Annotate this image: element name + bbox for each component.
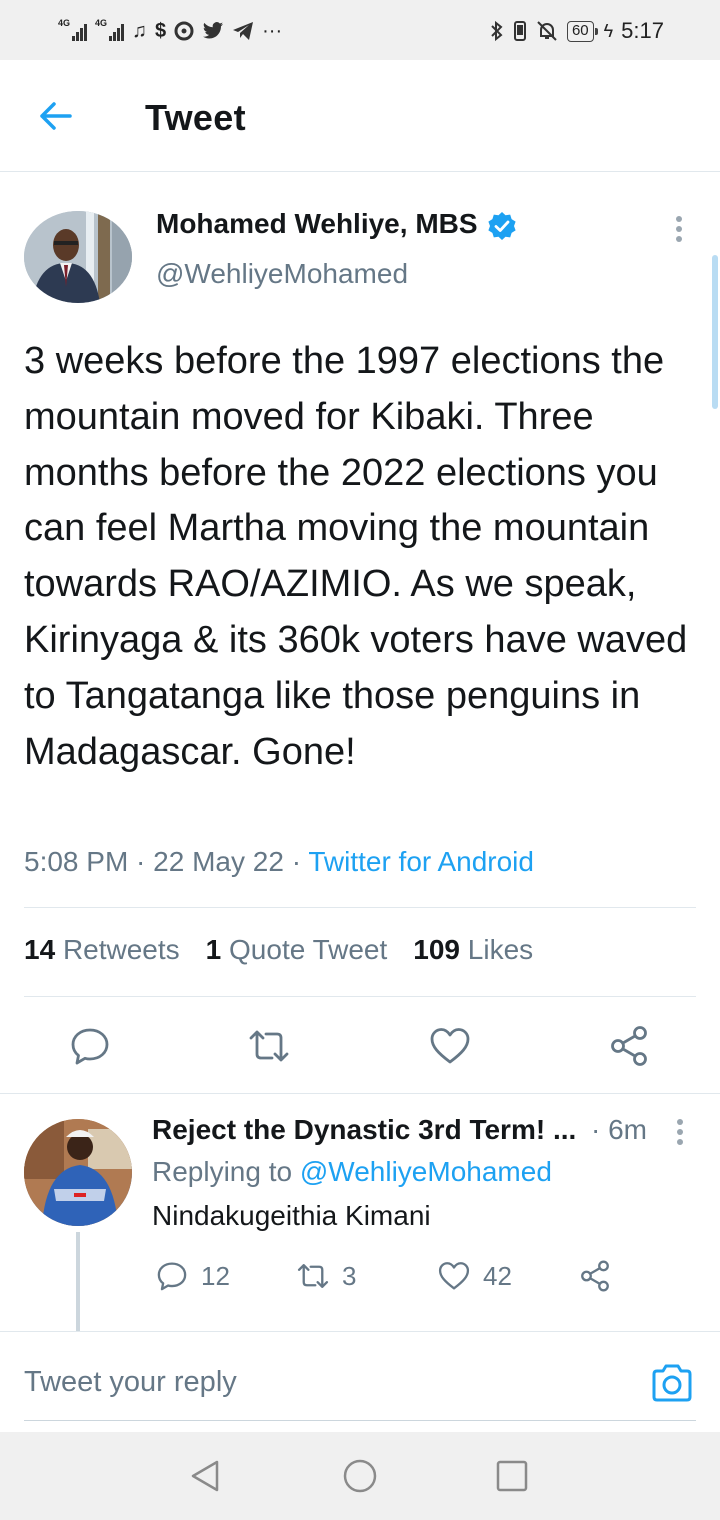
quotes-stat[interactable]: 1 Quote Tweet	[206, 934, 388, 966]
status-bar-right: 60 ϟ 5:17	[489, 16, 664, 46]
tweet-time: 5:08 PM	[24, 846, 129, 877]
mute-bell-icon	[537, 21, 557, 41]
replying-to: Replying to @WehliyeMohamed	[152, 1156, 552, 1188]
tweet-date: 22 May 22	[153, 846, 284, 877]
retweets-stat[interactable]: 14 Retweets	[24, 934, 180, 966]
network-type-1: 4G	[58, 18, 71, 28]
divider	[24, 907, 696, 908]
likes-label: Likes	[467, 934, 534, 965]
battery-indicator: 60	[566, 20, 598, 42]
more-options-icon[interactable]	[666, 214, 692, 244]
app-header: Tweet	[0, 60, 720, 172]
network-type-2: 4G	[95, 18, 108, 28]
scroll-indicator	[712, 255, 718, 409]
like-icon	[438, 1262, 470, 1290]
reply-icon[interactable]	[68, 1024, 112, 1068]
dollar-icon: $	[155, 19, 167, 42]
reply-like-button[interactable]: 42	[437, 1258, 512, 1294]
share-icon	[581, 1260, 609, 1292]
system-nav-bar	[0, 1432, 720, 1520]
like-icon[interactable]	[428, 1024, 472, 1068]
reply-retweet-count: 3	[342, 1260, 357, 1291]
author-name[interactable]: Mohamed Wehliye, MBS	[156, 208, 478, 240]
meta-separator-1: ·	[128, 846, 154, 877]
signal-icon-2: 4G	[95, 18, 124, 41]
reply-share-button[interactable]	[578, 1258, 612, 1294]
reply-reply-button[interactable]: 12	[155, 1258, 230, 1294]
author-handle[interactable]: @WehliyeMohamed	[156, 258, 408, 290]
quotes-count: 1	[205, 934, 222, 965]
more-dots-icon: ···	[262, 19, 283, 42]
nav-home-icon[interactable]	[340, 1456, 380, 1496]
reply-compose-input[interactable]: Tweet your reply	[24, 1366, 237, 1399]
reply-icon	[157, 1262, 187, 1291]
thread-line	[76, 1232, 80, 1332]
avatar-image	[24, 211, 132, 303]
retweets-count: 14	[24, 934, 56, 965]
divider	[0, 1093, 720, 1094]
charging-icon: ϟ	[603, 20, 614, 41]
retweet-icon	[297, 1264, 329, 1288]
reply-time: · 6m	[591, 1114, 647, 1145]
divider	[0, 1331, 720, 1332]
reply-like-count: 42	[483, 1260, 512, 1291]
retweets-label: Retweets	[62, 934, 180, 965]
replying-to-prefix: Replying to	[152, 1156, 300, 1187]
reply-retweet-button[interactable]: 3	[296, 1258, 356, 1294]
page-title: Tweet	[145, 97, 246, 138]
tweet-text: 3 weeks before the 1997 elections the mo…	[24, 340, 688, 773]
music-icon: ♫	[132, 19, 147, 42]
share-icon[interactable]	[607, 1024, 651, 1068]
app-icon	[174, 21, 194, 41]
reply-reply-count: 12	[201, 1260, 230, 1291]
bluetooth-icon	[491, 20, 503, 42]
verified-badge-icon	[488, 212, 516, 240]
divider	[24, 996, 696, 997]
camera-icon[interactable]	[650, 1362, 694, 1404]
quotes-label: Quote Tweet	[229, 934, 388, 965]
reply-more-options-icon[interactable]	[667, 1117, 693, 1147]
likes-count: 109	[413, 934, 460, 965]
tweet-stats: 14 Retweets 1 Quote Tweet 109 Likes	[24, 934, 533, 966]
reply-author-name[interactable]: Reject the Dynastic 3rd Term! ...	[152, 1114, 576, 1146]
replying-to-handle[interactable]: @WehliyeMohamed	[300, 1156, 552, 1187]
compose-underline	[24, 1420, 696, 1421]
telegram-icon	[233, 22, 254, 40]
status-time: 5:17	[621, 18, 664, 43]
reply-author-avatar[interactable]	[24, 1119, 132, 1226]
reply-avatar-image	[24, 1119, 132, 1226]
reply-text: Nindakugeithia Kimani	[152, 1200, 431, 1231]
tweet-source-link[interactable]: Twitter for Android	[308, 846, 534, 877]
meta-separator-2: ·	[283, 846, 309, 877]
signal-icon: 4G	[58, 18, 87, 41]
back-arrow-icon[interactable]	[36, 96, 76, 136]
nav-recents-icon[interactable]	[492, 1456, 532, 1496]
retweet-icon[interactable]	[247, 1024, 291, 1068]
author-avatar[interactable]	[24, 211, 132, 303]
nav-back-icon[interactable]	[185, 1456, 225, 1496]
status-bar: 4G 4G ♫ $ ··· 60 ϟ 5:17	[0, 0, 720, 60]
likes-stat[interactable]: 109 Likes	[413, 934, 533, 966]
status-bar-left: 4G 4G ♫ $ ···	[58, 16, 282, 46]
twitter-icon	[203, 22, 224, 39]
tweet-meta: 5:08 PM · 22 May 22 · Twitter for Androi…	[24, 846, 534, 878]
vibrate-icon	[513, 21, 526, 41]
